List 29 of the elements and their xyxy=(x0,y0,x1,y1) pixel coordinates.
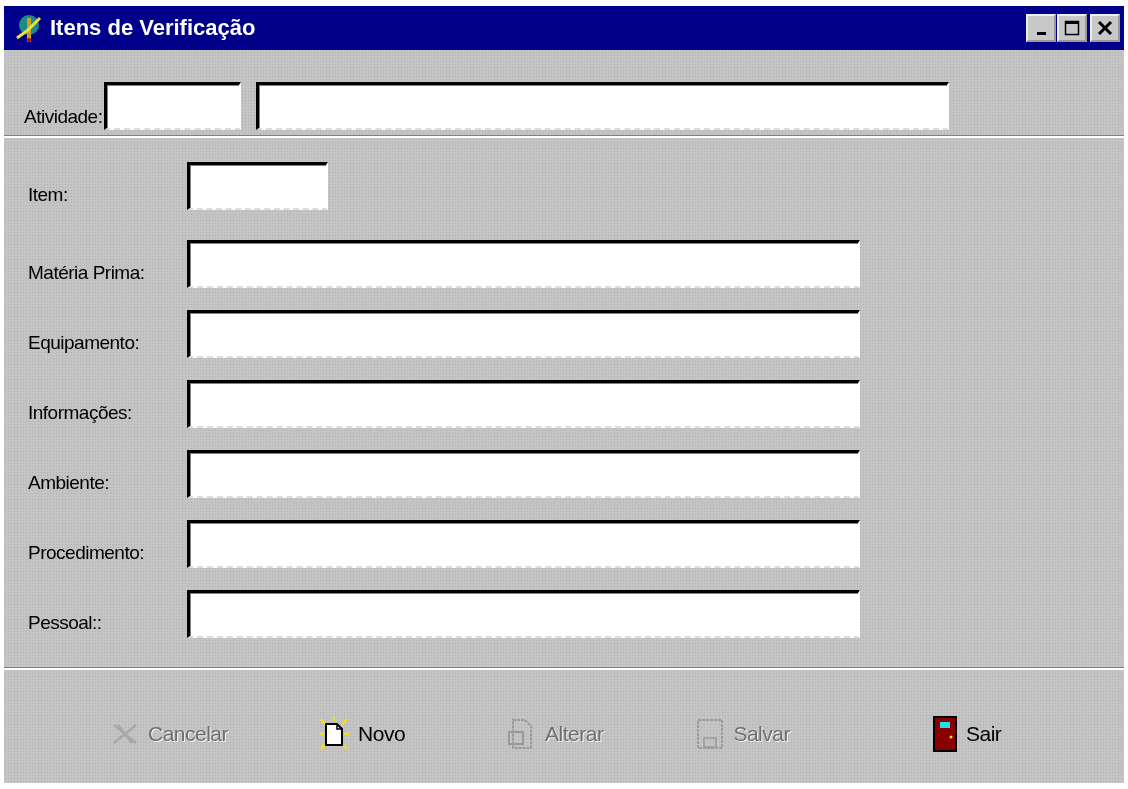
text-field[interactable] xyxy=(187,590,860,638)
field-label: Item: xyxy=(28,184,69,207)
field-label: Matéria Prima: xyxy=(28,262,146,285)
field-label: Procedimento: xyxy=(28,542,145,565)
minimize-button[interactable] xyxy=(1026,14,1056,42)
new-button[interactable]: Novo xyxy=(312,711,412,756)
window-title: Itens de Verificação xyxy=(50,15,257,41)
new-document-icon xyxy=(318,715,351,752)
text-field[interactable] xyxy=(104,82,242,130)
exit-button[interactable]: Sair xyxy=(925,710,1008,757)
app-icon xyxy=(14,12,44,44)
field-label: Pessoal:: xyxy=(28,612,103,635)
text-field[interactable] xyxy=(187,380,860,428)
text-field[interactable] xyxy=(187,162,328,210)
text-field[interactable] xyxy=(187,240,860,288)
field-label: Atividade: xyxy=(24,106,103,129)
close-icon xyxy=(1097,20,1113,36)
text-field[interactable] xyxy=(256,82,950,130)
close-button[interactable] xyxy=(1090,14,1120,42)
maximize-button[interactable] xyxy=(1057,14,1087,42)
text-field[interactable] xyxy=(187,310,860,358)
field-label: Ambiente: xyxy=(28,472,111,495)
minimize-icon xyxy=(1036,31,1046,35)
field-label: Equipamento: xyxy=(28,332,141,355)
door-icon xyxy=(931,714,958,753)
text-field[interactable] xyxy=(187,450,860,498)
text-field[interactable] xyxy=(187,520,860,568)
maximize-icon xyxy=(1064,20,1080,36)
field-label: Informações: xyxy=(28,402,133,425)
